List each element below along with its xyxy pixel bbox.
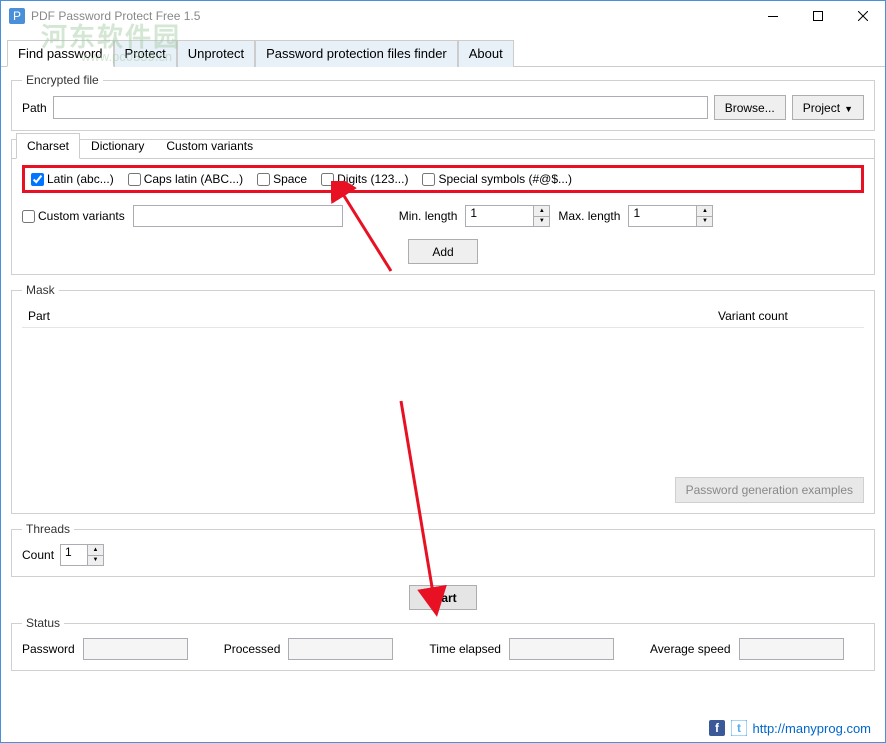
- app-icon: P: [9, 8, 25, 24]
- spin-down-icon[interactable]: ▼: [533, 217, 549, 227]
- col-part: Part: [28, 309, 718, 323]
- titlebar: P PDF Password Protect Free 1.5: [1, 1, 885, 31]
- status-speed-label: Average speed: [650, 642, 731, 656]
- spin-up-icon[interactable]: ▲: [87, 545, 103, 556]
- project-button[interactable]: Project▼: [792, 95, 864, 120]
- check-digits[interactable]: Digits (123...): [321, 172, 408, 186]
- check-caps[interactable]: Caps latin (ABC...): [128, 172, 243, 186]
- min-length-label: Min. length: [399, 209, 458, 223]
- main-tabbar: Find password Protect Unprotect Password…: [1, 37, 885, 67]
- encrypted-legend: Encrypted file: [22, 73, 103, 87]
- status-time-value: [509, 638, 614, 660]
- status-legend: Status: [22, 616, 64, 630]
- status-password-value: [83, 638, 188, 660]
- status-password-label: Password: [22, 642, 75, 656]
- threads-legend: Threads: [22, 522, 74, 536]
- svg-text:P: P: [13, 9, 21, 23]
- check-custom-variants[interactable]: Custom variants: [22, 209, 125, 223]
- min-length-spinner[interactable]: 1 ▲▼: [465, 205, 550, 227]
- check-space[interactable]: Space: [257, 172, 307, 186]
- subtab-charset[interactable]: Charset: [16, 133, 80, 159]
- footer: f t http://manyprog.com: [709, 720, 872, 736]
- threads-group: Threads Count 1 ▲▼: [11, 522, 875, 577]
- add-button[interactable]: Add: [408, 239, 478, 264]
- status-group: Status Password Processed Time elapsed A…: [11, 616, 875, 671]
- max-length-spinner[interactable]: 1 ▲▼: [628, 205, 713, 227]
- maximize-button[interactable]: [795, 1, 840, 31]
- spin-down-icon[interactable]: ▼: [696, 217, 712, 227]
- tab-protect[interactable]: Protect: [114, 40, 177, 67]
- status-processed-value: [288, 638, 393, 660]
- tab-protection-finder[interactable]: Password protection files finder: [255, 40, 458, 67]
- browse-button[interactable]: Browse...: [714, 95, 786, 120]
- thread-count-spinner[interactable]: 1 ▲▼: [60, 544, 104, 566]
- count-label: Count: [22, 548, 54, 562]
- start-button[interactable]: Start: [409, 585, 477, 610]
- path-label: Path: [22, 101, 47, 115]
- tab-unprotect[interactable]: Unprotect: [177, 40, 255, 67]
- path-input[interactable]: [53, 96, 708, 119]
- check-latin[interactable]: Latin (abc...): [31, 172, 114, 186]
- encrypted-file-group: Encrypted file Path Browse... Project▼: [11, 73, 875, 131]
- mask-table-header: Part Variant count: [22, 305, 864, 328]
- close-button[interactable]: [840, 1, 885, 31]
- charset-group: Charset Dictionary Custom variants Latin…: [11, 139, 875, 275]
- tab-about[interactable]: About: [458, 40, 514, 67]
- mask-legend: Mask: [22, 283, 59, 297]
- status-processed-label: Processed: [224, 642, 281, 656]
- svg-text:t: t: [737, 721, 741, 735]
- status-time-label: Time elapsed: [429, 642, 501, 656]
- max-length-label: Max. length: [558, 209, 620, 223]
- window-title: PDF Password Protect Free 1.5: [31, 9, 750, 23]
- caret-down-icon: ▼: [844, 104, 853, 114]
- mask-group: Mask Part Variant count Password generat…: [11, 283, 875, 514]
- password-examples-button[interactable]: Password generation examples: [675, 477, 864, 503]
- subtab-dictionary[interactable]: Dictionary: [80, 133, 155, 159]
- twitter-icon[interactable]: t: [731, 720, 747, 736]
- status-speed-value: [739, 638, 844, 660]
- spin-down-icon[interactable]: ▼: [87, 556, 103, 566]
- subtab-custom[interactable]: Custom variants: [155, 133, 264, 159]
- spin-up-icon[interactable]: ▲: [696, 206, 712, 217]
- check-special[interactable]: Special symbols (#@$...): [422, 172, 572, 186]
- charset-checkbox-row: Latin (abc...) Caps latin (ABC...) Space…: [22, 165, 864, 193]
- spin-up-icon[interactable]: ▲: [533, 206, 549, 217]
- custom-variants-input[interactable]: [133, 205, 343, 227]
- tab-find-password[interactable]: Find password: [7, 40, 114, 67]
- facebook-icon[interactable]: f: [709, 720, 725, 736]
- col-variant-count: Variant count: [718, 309, 858, 323]
- website-link[interactable]: http://manyprog.com: [753, 721, 872, 736]
- mask-table-body[interactable]: [22, 328, 864, 473]
- minimize-button[interactable]: [750, 1, 795, 31]
